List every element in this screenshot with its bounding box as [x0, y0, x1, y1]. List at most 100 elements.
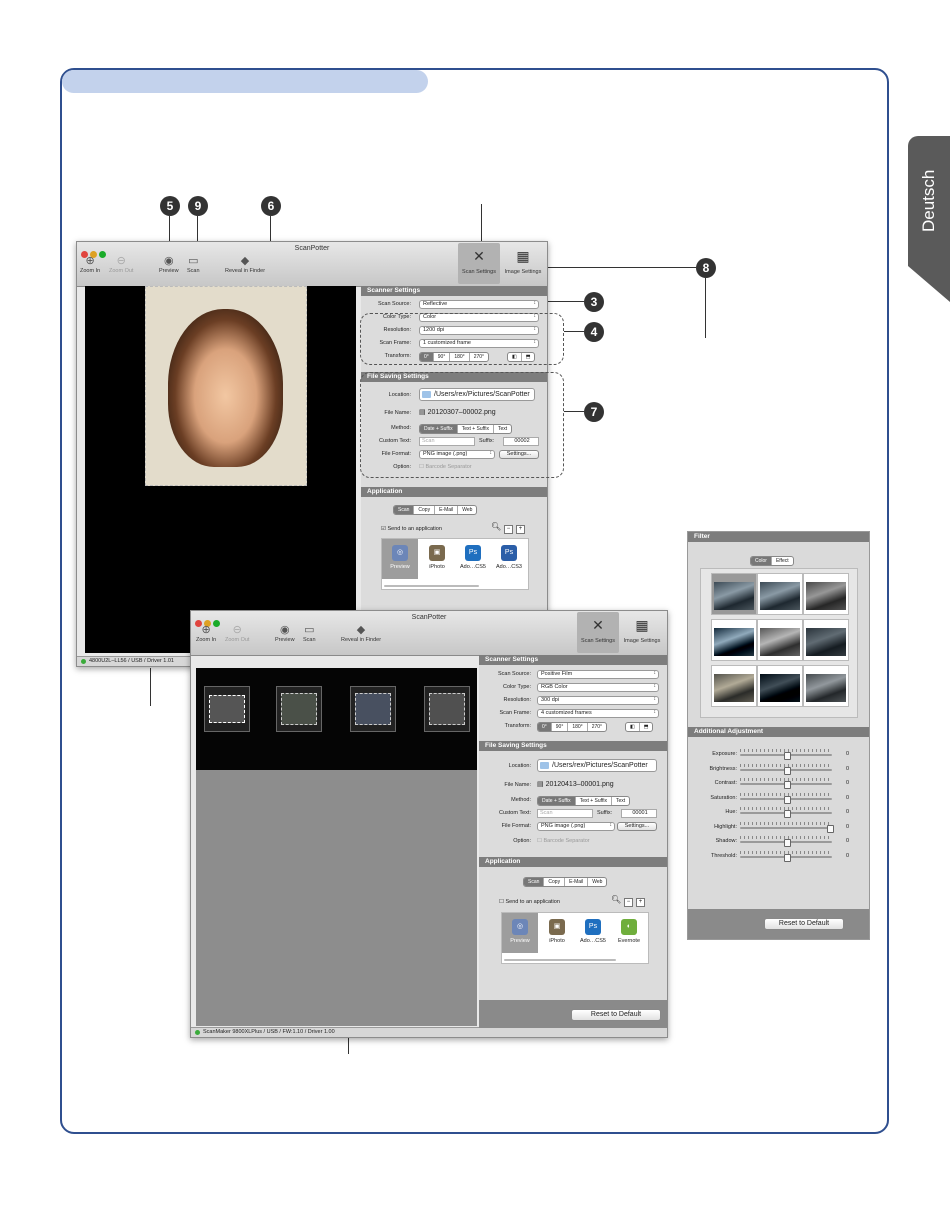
add-app-button[interactable]: +: [516, 525, 525, 534]
rotate-270[interactable]: 270°: [588, 723, 606, 731]
film-frame-1[interactable]: [204, 686, 250, 732]
reset-to-default-button[interactable]: Reset to Default: [764, 918, 844, 930]
preview-area[interactable]: [85, 286, 356, 653]
app-list-scrollbar[interactable]: [384, 585, 479, 587]
tab-email[interactable]: E-Mail: [435, 506, 459, 514]
add-app-button[interactable]: +: [636, 898, 645, 907]
zoom-in-button[interactable]: ⊕ Zoom In: [80, 255, 100, 274]
color-type-select[interactable]: RGB Color: [537, 683, 659, 692]
adjustment-slider[interactable]: [740, 850, 832, 862]
slider-knob[interactable]: [783, 752, 791, 760]
zoom-out-button[interactable]: ⊖ Zoom Out: [225, 624, 249, 643]
filter-thumb[interactable]: [757, 619, 803, 661]
preview-area[interactable]: [196, 668, 477, 1026]
method-text[interactable]: Text: [612, 797, 629, 805]
filter-thumb[interactable]: [711, 665, 757, 707]
tab-web[interactable]: Web: [458, 506, 476, 514]
format-settings-button[interactable]: Settings...: [617, 822, 657, 831]
filter-thumb[interactable]: [803, 665, 849, 707]
app-iphoto[interactable]: ▣ iPhoto: [539, 913, 575, 953]
scan-button[interactable]: ▭ Scan: [303, 624, 316, 643]
adjustment-slider[interactable]: [740, 749, 832, 760]
filter-thumb[interactable]: [757, 573, 803, 615]
adjustment-slider[interactable]: [740, 778, 832, 789]
reset-to-default-button[interactable]: Reset to Default: [571, 1009, 661, 1021]
tab-email[interactable]: E-Mail: [565, 878, 589, 886]
app-photoshop-cs5[interactable]: Ps Ado…CS5: [575, 913, 611, 953]
filter-thumb[interactable]: [711, 619, 757, 661]
location-field[interactable]: /Users/rex/Pictures/ScanPotter: [537, 759, 657, 772]
film-frame-3[interactable]: [350, 686, 396, 732]
tab-color[interactable]: Color: [751, 557, 772, 565]
adjustment-slider[interactable]: [740, 792, 832, 804]
tab-copy[interactable]: Copy: [544, 878, 566, 886]
remove-app-button[interactable]: −: [624, 898, 633, 907]
tab-scan[interactable]: Scan: [394, 506, 415, 514]
slider-knob[interactable]: [783, 795, 791, 804]
tab-effect[interactable]: Effect: [772, 557, 793, 565]
scan-button[interactable]: ▭ Scan: [187, 255, 200, 274]
adjustment-slider[interactable]: [740, 821, 834, 833]
app-iphoto[interactable]: ▣ iPhoto: [419, 539, 455, 579]
rotate-180[interactable]: 180°: [568, 723, 588, 731]
filter-thumb[interactable]: [803, 619, 849, 661]
resolution-select[interactable]: 300 dpi: [537, 696, 659, 705]
zoom-in-button[interactable]: ⊕ Zoom In: [196, 624, 216, 643]
image-settings-button[interactable]: ▦ Image Settings: [621, 612, 663, 653]
search-icon[interactable]: 🔍︎: [491, 522, 501, 531]
film-frame-2[interactable]: [276, 686, 322, 732]
app-list-scrollbar[interactable]: [504, 959, 616, 961]
app-preview[interactable]: ◎ Preview: [502, 913, 538, 953]
barcode-checkbox[interactable]: ☐ Barcode Separator: [537, 838, 590, 844]
app-evernote[interactable]: ◐ Evernote: [611, 913, 647, 953]
tab-web[interactable]: Web: [588, 878, 606, 886]
filter-thumb[interactable]: [757, 665, 803, 707]
method-date-suffix[interactable]: Date + Suffix: [538, 797, 576, 805]
scan-source-select[interactable]: Reflective: [419, 300, 539, 309]
callout-line: [545, 267, 696, 268]
scan-source-select[interactable]: Positive Film: [537, 670, 659, 679]
app-photoshop-cs3[interactable]: Ps Ado…CS3: [491, 539, 527, 579]
rotate-0[interactable]: 0°: [538, 723, 552, 731]
filter-thumb[interactable]: [711, 573, 757, 615]
preview-button[interactable]: ◉ Preview: [159, 255, 179, 274]
method-text-suffix[interactable]: Text + Suffix: [576, 797, 612, 805]
send-to-app-checkbox[interactable]: ☑ Send to an application: [381, 526, 442, 532]
scan-frame[interactable]: [145, 286, 307, 486]
remove-app-button[interactable]: −: [504, 525, 513, 534]
flip-horizontal-icon[interactable]: ◧: [626, 723, 640, 731]
custom-text-input[interactable]: Scan: [537, 809, 593, 818]
flip-vertical-icon[interactable]: ⬒: [640, 723, 653, 731]
tab-copy[interactable]: Copy: [414, 506, 436, 514]
scan-frame-select[interactable]: 4 customized frames: [537, 709, 659, 718]
slider-knob[interactable]: [783, 853, 791, 862]
image-settings-button[interactable]: ▦ Image Settings: [502, 243, 544, 284]
slider-knob[interactable]: [783, 766, 791, 775]
file-format-select[interactable]: PNG image (.png): [537, 822, 615, 831]
app-photoshop-cs5[interactable]: Ps Ado…CS5: [455, 539, 491, 579]
rotate-90[interactable]: 90°: [552, 723, 569, 731]
filter-thumb[interactable]: [803, 573, 849, 615]
reveal-in-finder-button[interactable]: ◆ Reveal in Finder: [225, 255, 265, 274]
slider-knob[interactable]: [783, 781, 791, 789]
slider-knob[interactable]: [783, 839, 791, 847]
app-preview[interactable]: ◎ Preview: [382, 539, 418, 579]
adjustment-slider[interactable]: [740, 807, 832, 818]
suffix-input[interactable]: 00001: [621, 809, 657, 818]
reveal-in-finder-button[interactable]: ◆ Reveal in Finder: [341, 624, 381, 643]
callout-line: [564, 411, 584, 412]
preview-button[interactable]: ◉ Preview: [275, 624, 295, 643]
send-to-app-checkbox[interactable]: ☐ Send to an application: [499, 899, 560, 905]
title-bar: ScanPotter ⊕ Zoom In ⊖ Zoom Out ◉ Preview ▭…: [77, 242, 547, 287]
adjustment-slider[interactable]: [740, 836, 832, 847]
scan-settings-button[interactable]: ✕ Scan Settings: [577, 612, 619, 653]
slider-knob[interactable]: [827, 824, 834, 833]
zoom-out-button[interactable]: ⊖ Zoom Out: [109, 255, 133, 274]
slider-knob[interactable]: [783, 810, 791, 818]
adjustment-slider[interactable]: [740, 763, 832, 775]
tab-scan[interactable]: Scan: [524, 878, 545, 886]
film-frame-4[interactable]: [424, 686, 470, 732]
search-icon[interactable]: 🔍︎: [611, 895, 621, 904]
scan-settings-button[interactable]: ✕ Scan Settings: [458, 243, 500, 284]
image-settings-panel: Filter Color Effect Additional Adjustment…: [687, 531, 870, 940]
